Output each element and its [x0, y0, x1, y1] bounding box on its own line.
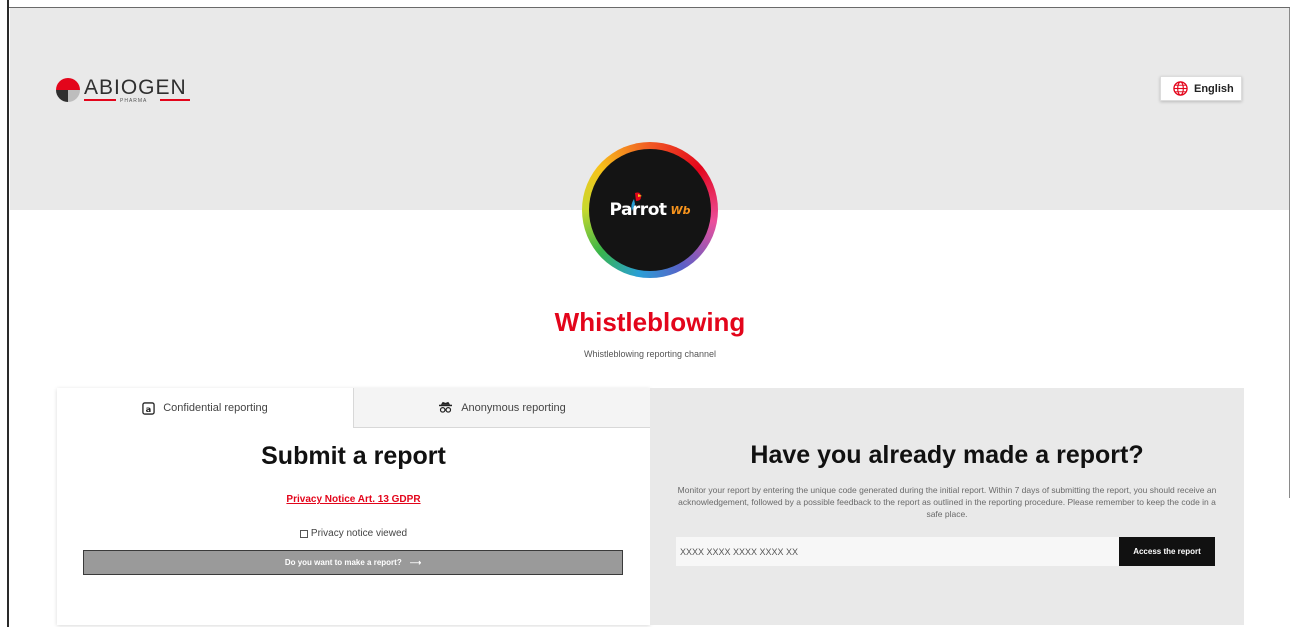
report-code-input[interactable]	[676, 537, 1119, 566]
page-frame: ABIOGEN PHARMA English Parrot Wb Whistle…	[0, 0, 1290, 627]
page-subtitle: Whistleblowing reporting channel	[583, 349, 717, 359]
tab-anonymous-reporting[interactable]: Anonymous reporting	[353, 388, 650, 428]
tab-confidential-label: Confidential reporting	[163, 402, 268, 414]
privacy-notice-checkbox-label: Privacy notice viewed	[310, 528, 408, 539]
privacy-notice-checkbox[interactable]	[299, 529, 308, 538]
brand-name: ABIOGEN	[84, 76, 187, 99]
tab-anonymous-label: Anonymous reporting	[461, 401, 566, 414]
access-report-card: Have you already made a report? Monitor …	[650, 388, 1244, 625]
monitor-report-description: Monitor your report by entering the uniq…	[677, 485, 1217, 519]
already-reported-heading: Have you already made a report?	[750, 441, 1144, 469]
privacy-notice-link[interactable]: Privacy Notice Art. 13 GDPR	[57, 494, 650, 505]
brand-underline-left	[84, 99, 116, 101]
submit-report-card: a Confidential reporting Anonymous repor…	[57, 388, 650, 625]
submit-report-heading: Submit a report	[261, 442, 446, 470]
make-report-button[interactable]: Do you want to make a report? ⟶	[83, 550, 623, 575]
language-selector-button[interactable]: English	[1160, 76, 1242, 101]
svg-text:a: a	[146, 403, 152, 413]
anonymous-spy-icon	[439, 401, 453, 413]
make-report-button-label: Do you want to make a report?	[284, 558, 402, 567]
tab-confidential-reporting[interactable]: a Confidential reporting	[57, 388, 353, 428]
abiogen-logo[interactable]: ABIOGEN PHARMA	[56, 76, 196, 106]
privacy-notice-checkbox-row: Privacy notice viewed	[57, 528, 650, 539]
abiogen-logo-mark-icon	[56, 78, 80, 102]
confidential-icon: a	[142, 401, 155, 415]
access-report-button[interactable]: Access the report	[1119, 537, 1215, 566]
page-title: Whistleblowing	[554, 307, 746, 337]
language-label: English	[1194, 82, 1234, 95]
parrot-bird-icon	[631, 192, 642, 211]
brand-underline-right	[160, 99, 190, 101]
brand-subtext: PHARMA	[120, 98, 148, 104]
parrot-logo-inner: Parrot Wb	[589, 149, 711, 271]
parrot-wb-logo: Parrot Wb	[582, 142, 718, 278]
globe-icon	[1173, 81, 1188, 96]
arrow-right-icon: ⟶	[409, 558, 422, 567]
window-top-edge	[9, 0, 1290, 8]
parrot-wb-mark: Wb	[670, 203, 691, 217]
